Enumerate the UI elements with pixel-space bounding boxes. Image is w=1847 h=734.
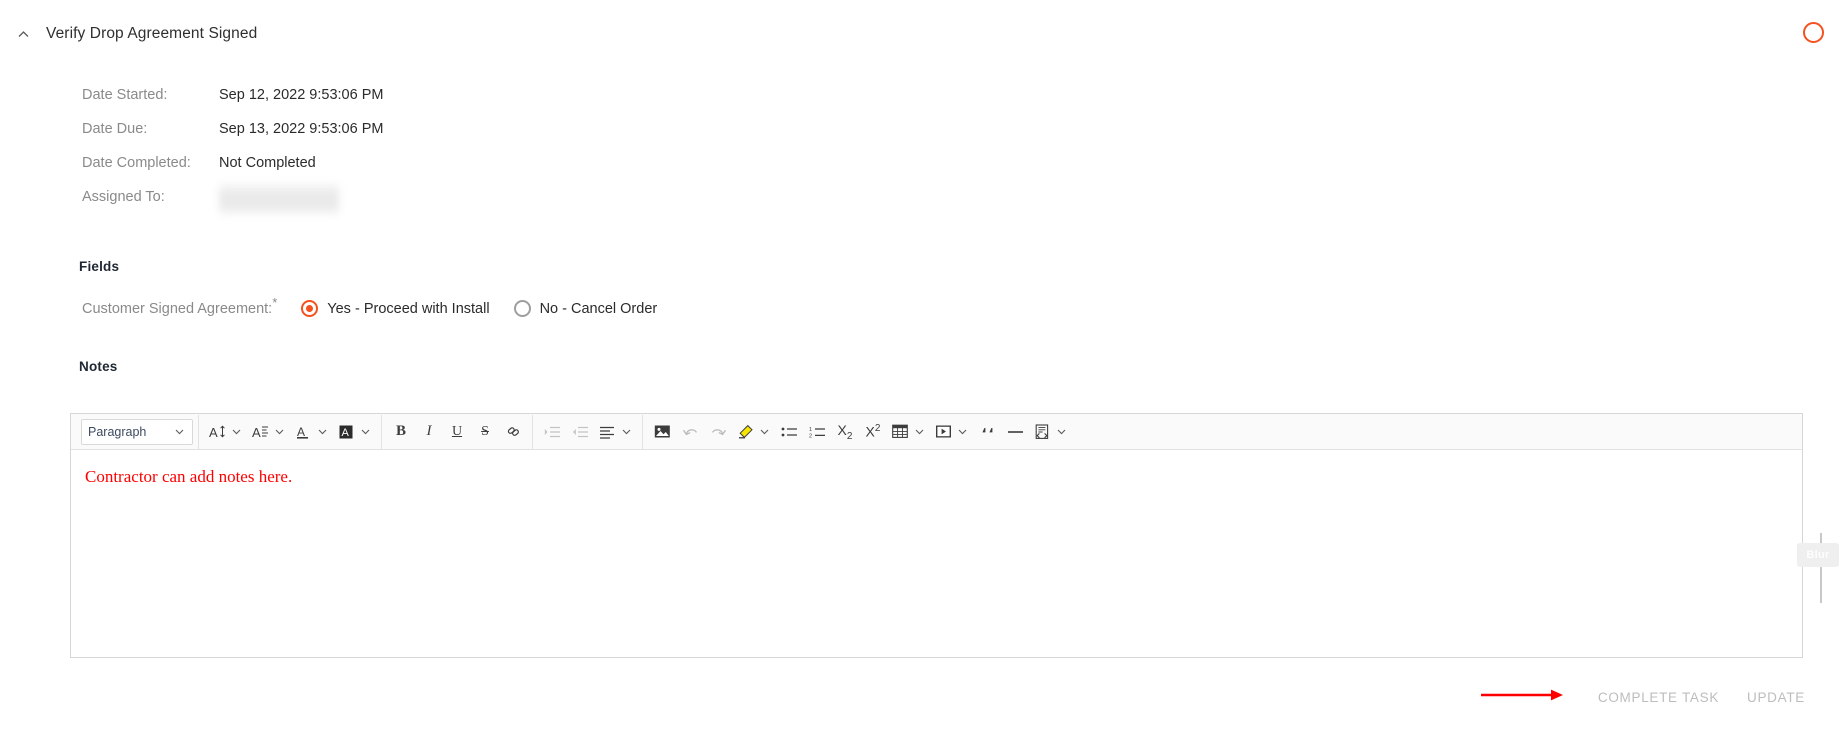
complete-task-button[interactable]: COMPLETE TASK bbox=[1584, 684, 1733, 711]
editor-toolbar: Paragraph A A A A B I U S 1 2 X2 X2 bbox=[71, 414, 1802, 450]
status-circle-icon[interactable] bbox=[1803, 22, 1824, 43]
radio-option-yes-proceed-with-install[interactable]: Yes - Proceed with Install bbox=[301, 300, 490, 317]
underline-icon[interactable]: U bbox=[443, 417, 471, 447]
radio-option-no-cancel-order[interactable]: No - Cancel Order bbox=[513, 300, 658, 317]
toolbar-separator bbox=[381, 414, 382, 449]
chevron-down-icon[interactable] bbox=[956, 429, 969, 435]
text-background-color-icon[interactable]: A bbox=[333, 417, 359, 447]
indent-icon bbox=[538, 417, 566, 447]
field-label-text: Customer Signed Agreement: bbox=[82, 300, 273, 317]
task-action-bar: COMPLETE TASK UPDATE bbox=[1584, 684, 1819, 711]
insert-image-icon[interactable] bbox=[648, 417, 676, 447]
update-button[interactable]: UPDATE bbox=[1733, 684, 1819, 711]
meta-value: Sep 13, 2022 9:53:06 PM bbox=[219, 121, 384, 137]
blockquote-icon[interactable] bbox=[973, 417, 1001, 447]
font-color-icon[interactable]: A bbox=[290, 417, 316, 447]
highlighter-control[interactable] bbox=[732, 417, 771, 447]
meta-row-assigned-to: Assigned To: bbox=[82, 182, 383, 220]
meta-row-date-started: Date Started: Sep 12, 2022 9:53:06 PM bbox=[82, 84, 383, 118]
italic-icon[interactable]: I bbox=[415, 417, 443, 447]
line-height-control[interactable]: A bbox=[247, 417, 286, 447]
bold-icon[interactable]: B bbox=[387, 417, 415, 447]
font-size-icon[interactable]: A bbox=[204, 417, 230, 447]
task-detail-panel: Verify Drop Agreement Signed Date Starte… bbox=[0, 0, 1847, 734]
toolbar-separator bbox=[198, 414, 199, 449]
chevron-down-icon[interactable] bbox=[758, 429, 771, 435]
font-color-control[interactable]: A bbox=[290, 417, 329, 447]
meta-row-date-due: Date Due: Sep 13, 2022 9:53:06 PM bbox=[82, 118, 383, 152]
radio-option-label: Yes - Proceed with Install bbox=[327, 300, 490, 317]
superscript-icon[interactable]: X2 bbox=[859, 417, 887, 447]
chevron-down-icon[interactable] bbox=[1055, 429, 1068, 435]
field-customer-signed-agreement: Customer Signed Agreement:* Yes - Procee… bbox=[82, 296, 681, 317]
task-header: Verify Drop Agreement Signed bbox=[0, 20, 257, 48]
meta-value bbox=[219, 182, 339, 216]
field-label: Customer Signed Agreement:* bbox=[82, 296, 277, 317]
undo-icon[interactable] bbox=[676, 417, 704, 447]
chevron-down-icon[interactable] bbox=[913, 429, 926, 435]
meta-label: Assigned To: bbox=[82, 189, 165, 205]
page-title: Verify Drop Agreement Signed bbox=[46, 25, 258, 42]
align-icon[interactable] bbox=[594, 417, 620, 447]
required-marker: * bbox=[272, 294, 278, 310]
radio-option-label: No - Cancel Order bbox=[539, 300, 658, 317]
fields-section-title: Fields bbox=[79, 259, 120, 274]
meta-row-date-completed: Date Completed: Not Completed bbox=[82, 152, 383, 186]
text-background-color-control[interactable]: A bbox=[333, 417, 372, 447]
radio-icon-unselected bbox=[513, 300, 531, 317]
toolbar-separator bbox=[532, 414, 533, 449]
font-size-control[interactable]: A bbox=[204, 417, 243, 447]
task-meta-list: Date Started: Sep 12, 2022 9:53:06 PM Da… bbox=[82, 84, 383, 220]
notes-rich-text-editor: Paragraph A A A A B I U S 1 2 X2 X2 Cont… bbox=[70, 413, 1803, 658]
svg-text:A: A bbox=[209, 425, 218, 440]
blur-tool-button[interactable]: Blur bbox=[1797, 543, 1839, 567]
redacted-assignee-block bbox=[219, 182, 339, 216]
link-icon[interactable] bbox=[499, 417, 527, 447]
insert-media-icon[interactable] bbox=[930, 417, 956, 447]
svg-text:A: A bbox=[252, 425, 261, 440]
highlighter-icon[interactable] bbox=[732, 417, 758, 447]
numbered-list-icon[interactable]: 1 2 bbox=[803, 417, 831, 447]
insert-table-control[interactable] bbox=[887, 417, 926, 447]
align-control[interactable] bbox=[594, 417, 633, 447]
meta-label: Date Completed: bbox=[82, 155, 191, 171]
line-height-icon[interactable]: A bbox=[247, 417, 273, 447]
chevron-down-icon[interactable] bbox=[273, 429, 286, 435]
source-code-control[interactable] bbox=[1029, 417, 1068, 447]
chevron-down-icon[interactable] bbox=[359, 429, 372, 435]
chevron-up-icon[interactable] bbox=[0, 20, 46, 48]
notes-body-text: Contractor can add notes here. bbox=[85, 467, 293, 486]
redo-icon[interactable] bbox=[704, 417, 732, 447]
paragraph-style-value: Paragraph bbox=[88, 424, 147, 439]
insert-table-icon[interactable] bbox=[887, 417, 913, 447]
meta-label: Date Started: bbox=[82, 87, 168, 103]
insert-media-control[interactable] bbox=[930, 417, 969, 447]
chevron-down-icon bbox=[173, 429, 186, 435]
svg-text:A: A bbox=[341, 427, 349, 439]
strikethrough-icon[interactable]: S bbox=[471, 417, 499, 447]
meta-label: Date Due: bbox=[82, 121, 148, 137]
svg-text:A: A bbox=[297, 425, 305, 439]
meta-value: Sep 12, 2022 9:53:06 PM bbox=[219, 87, 384, 103]
toolbar-separator bbox=[642, 414, 643, 449]
chevron-down-icon[interactable] bbox=[230, 429, 243, 435]
notes-editor-body[interactable]: Contractor can add notes here. bbox=[71, 450, 1802, 657]
subscript-icon[interactable]: X2 bbox=[831, 417, 859, 447]
source-code-icon[interactable] bbox=[1029, 417, 1055, 447]
radio-group-customer-signed-agreement: Yes - Proceed with Install No - Cancel O… bbox=[301, 300, 681, 317]
radio-icon-selected bbox=[301, 300, 319, 317]
red-arrow-annotation bbox=[1481, 689, 1563, 701]
bulleted-list-icon[interactable] bbox=[775, 417, 803, 447]
chevron-down-icon[interactable] bbox=[620, 429, 633, 435]
svg-text:2: 2 bbox=[809, 433, 812, 439]
paragraph-style-select[interactable]: Paragraph bbox=[81, 418, 193, 445]
chevron-down-icon[interactable] bbox=[316, 429, 329, 435]
notes-section-title: Notes bbox=[79, 359, 118, 374]
meta-value: Not Completed bbox=[219, 155, 316, 171]
outdent-icon bbox=[566, 417, 594, 447]
horizontal-rule-icon[interactable] bbox=[1001, 417, 1029, 447]
svg-text:1: 1 bbox=[809, 426, 812, 432]
